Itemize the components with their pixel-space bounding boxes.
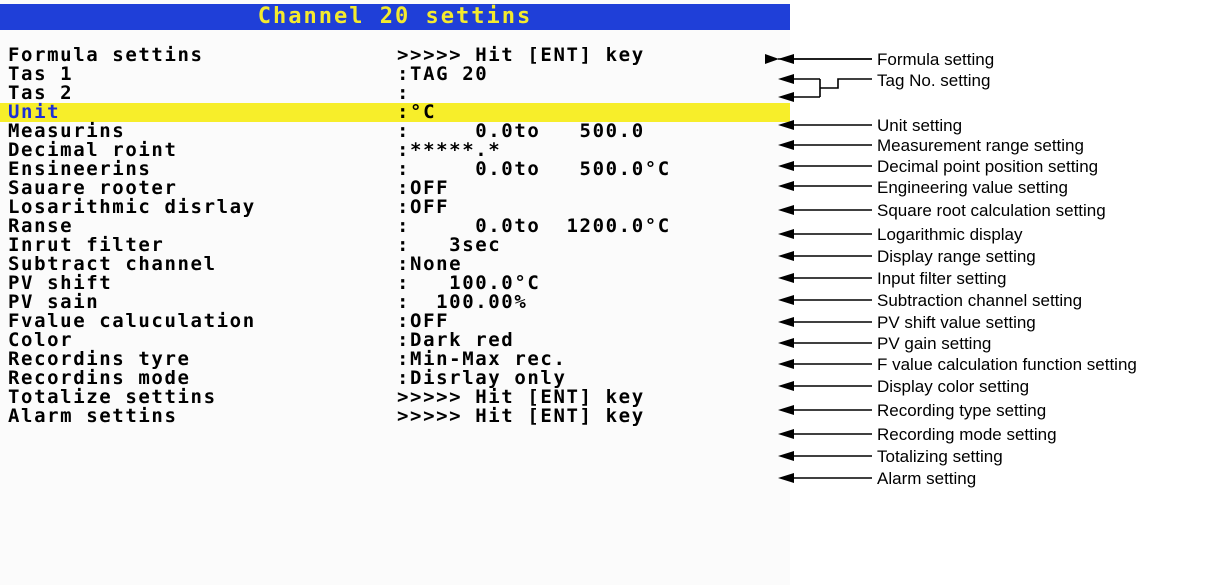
annotation-unit: Unit setting xyxy=(877,116,963,135)
annotation-tag-no: Tag No. setting xyxy=(877,71,991,90)
annotation-measurement-range: Measurement range setting xyxy=(877,136,1084,155)
annotation-square-root: Square root calculation setting xyxy=(877,201,1106,220)
annotation-pv-gain: PV gain setting xyxy=(877,334,992,353)
arrowheads xyxy=(778,54,794,483)
annotation-input-filter: Input filter setting xyxy=(877,269,1007,288)
annotation-display-range: Display range setting xyxy=(877,247,1036,266)
annotation-recording-mode: Recording mode setting xyxy=(877,425,1057,444)
annotation-f-value: F value calculation function setting xyxy=(877,355,1137,374)
annotation-logarithmic: Logarithmic display xyxy=(877,225,1023,244)
annotation-totalizing: Totalizing setting xyxy=(877,447,1003,466)
annotation-engineering: Engineering value setting xyxy=(877,178,1068,197)
annotation-display-color: Display color setting xyxy=(877,377,1030,396)
manual-figure: Channel 20 settins Formula settins >>>>>… xyxy=(0,0,1213,585)
annotation-pv-shift: PV shift value setting xyxy=(877,313,1036,332)
annotation-decimal-point: Decimal point position setting xyxy=(877,157,1099,176)
tag-bracket xyxy=(819,78,872,97)
annotation-subtraction-channel: Subtraction channel setting xyxy=(877,291,1083,310)
annotation-formula: Formula setting xyxy=(877,50,995,69)
annotation-alarm: Alarm setting xyxy=(877,469,977,488)
annotation-recording-type: Recording type setting xyxy=(877,401,1047,420)
